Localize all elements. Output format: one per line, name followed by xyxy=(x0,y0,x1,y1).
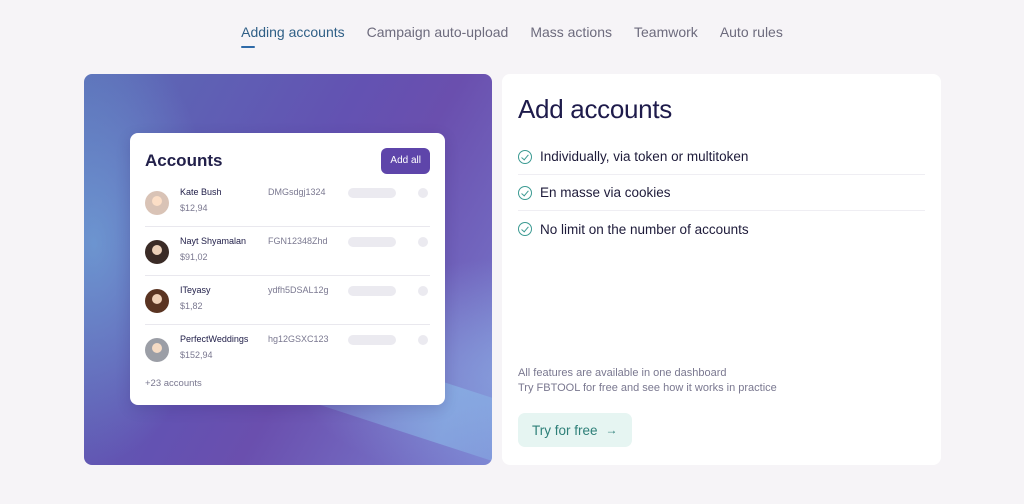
account-balance: $12,94 xyxy=(180,203,208,213)
account-row: PerfectWeddings $152,94 hg12GSXC123 xyxy=(145,325,430,374)
feature-text: Individually, via token or multitoken xyxy=(540,149,749,164)
tab-teamwork[interactable]: Teamwork xyxy=(634,24,698,48)
account-id: hg12GSXC123 xyxy=(268,334,329,344)
placeholder-dot xyxy=(418,188,428,198)
tab-adding-accounts[interactable]: Adding accounts xyxy=(241,24,345,48)
avatar xyxy=(145,240,169,264)
account-balance: $91,02 xyxy=(180,252,208,262)
footer-note: All features are available in one dashbo… xyxy=(518,366,777,396)
tab-auto-rules[interactable]: Auto rules xyxy=(720,24,783,48)
account-info: Kate Bush $12,94 xyxy=(180,187,268,213)
account-id: DMGsdgj1324 xyxy=(268,187,326,197)
feature-text: No limit on the number of accounts xyxy=(540,221,749,237)
placeholder-pill xyxy=(348,237,396,247)
try-for-free-label: Try for free xyxy=(532,422,598,438)
account-info: Nayt Shyamalan $91,02 xyxy=(180,236,268,262)
feature-title: Add accounts xyxy=(518,94,672,124)
account-row: ITeyasy $1,82 ydfh5DSAL12g xyxy=(145,276,430,325)
try-for-free-button[interactable]: Try for free → xyxy=(518,413,632,447)
accounts-title: Accounts xyxy=(145,151,223,170)
accounts-list: Kate Bush $12,94 DMGsdgj1324 Nayt Shyama… xyxy=(145,178,430,374)
avatar xyxy=(145,191,169,215)
account-name: ITeyasy xyxy=(180,285,211,295)
check-circle-icon xyxy=(518,185,532,200)
placeholder-pill xyxy=(348,188,396,198)
account-id: FGN12348Zhd xyxy=(268,236,328,246)
account-row: Kate Bush $12,94 DMGsdgj1324 xyxy=(145,178,430,227)
tab-mass-actions[interactable]: Mass actions xyxy=(530,24,612,48)
account-name: PerfectWeddings xyxy=(180,334,249,344)
feature-item: En masse via cookies xyxy=(518,175,925,211)
placeholder-dot xyxy=(418,286,428,296)
account-balance: $1,82 xyxy=(180,301,203,311)
footer-line-2: Try FBTOOL for free and see how it works… xyxy=(518,382,777,394)
more-accounts-count: +23 accounts xyxy=(145,378,202,389)
account-id: ydfh5DSAL12g xyxy=(268,285,329,295)
avatar xyxy=(145,338,169,362)
accounts-card-header: Accounts Add all xyxy=(145,147,430,175)
placeholder-dot xyxy=(418,237,428,247)
tab-campaign-auto-upload[interactable]: Campaign auto-upload xyxy=(367,24,509,48)
check-circle-icon xyxy=(518,222,532,236)
feature-info-card: Add accounts Individually, via token or … xyxy=(502,74,941,465)
feature-item: Individually, via token or multitoken xyxy=(518,139,925,175)
placeholder-pill xyxy=(348,335,396,345)
account-row: Nayt Shyamalan $91,02 FGN12348Zhd xyxy=(145,227,430,276)
placeholder-dot xyxy=(418,335,428,345)
account-info: PerfectWeddings $152,94 xyxy=(180,334,268,360)
feature-text: En masse via cookies xyxy=(540,185,671,200)
footer-line-1: All features are available in one dashbo… xyxy=(518,367,727,379)
check-circle-icon xyxy=(518,149,532,164)
placeholder-pill xyxy=(348,286,396,296)
avatar xyxy=(145,289,169,313)
account-name: Kate Bush xyxy=(180,187,222,197)
arrow-right-icon: → xyxy=(605,423,618,437)
accounts-card: Accounts Add all Kate Bush $12,94 DMGsdg… xyxy=(130,133,445,405)
feature-illustration: Accounts Add all Kate Bush $12,94 DMGsdg… xyxy=(84,74,492,465)
add-all-button[interactable]: Add all xyxy=(381,148,430,174)
account-balance: $152,94 xyxy=(180,350,213,360)
account-info: ITeyasy $1,82 xyxy=(180,285,268,311)
feature-list: Individually, via token or multitoken En… xyxy=(518,139,925,247)
feature-tabs: Adding accounts Campaign auto-upload Mas… xyxy=(0,24,1024,48)
account-name: Nayt Shyamalan xyxy=(180,236,247,246)
feature-item: No limit on the number of accounts xyxy=(518,211,925,247)
